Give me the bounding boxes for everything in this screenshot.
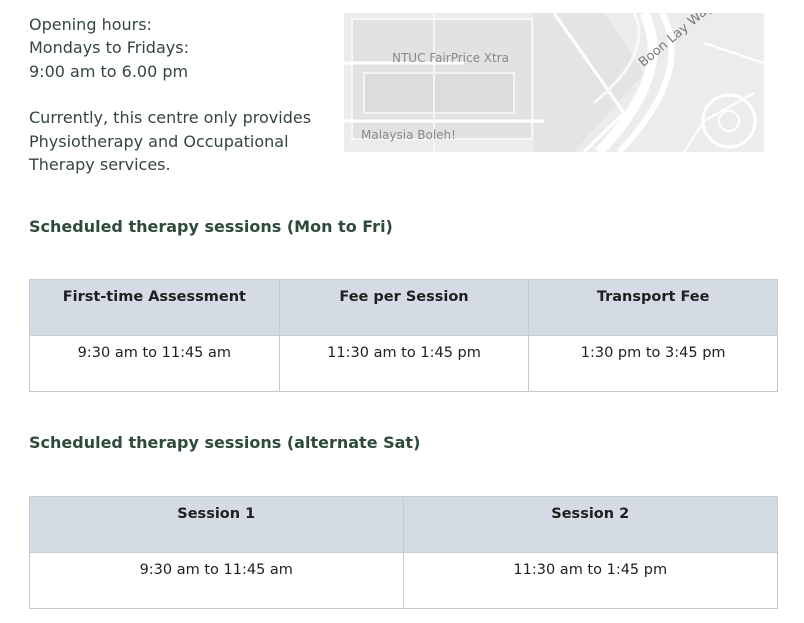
saturday-sessions-title: Scheduled therapy sessions (alternate Sa…	[29, 433, 421, 452]
table-cell: 11:30 am to 1:45 pm	[402, 552, 778, 609]
weekday-sessions-table: First-time Assessment Fee per Session Tr…	[29, 279, 778, 392]
column-header: Session 2	[402, 496, 778, 553]
opening-hours-label: Opening hours:	[29, 15, 152, 34]
opening-days: Mondays to Fridays:	[29, 38, 189, 58]
table-cell: 9:30 am to 11:45 am	[29, 552, 404, 609]
table-row: 9:30 am to 11:45 am 11:30 am to 1:45 pm	[29, 552, 778, 609]
table-cell: 11:30 am to 1:45 pm	[278, 335, 530, 392]
services-text-line-1: Currently, this centre only provides	[29, 108, 312, 128]
location-map[interactable]: NTUC FairPrice Xtra Malaysia Boleh! Boon…	[344, 13, 764, 152]
saturday-sessions-table: Session 1 Session 2 9:30 am to 11:45 am …	[29, 496, 778, 609]
table-header-row: Session 1 Session 2	[29, 496, 778, 553]
map-label-fairprice: NTUC FairPrice Xtra	[392, 51, 510, 65]
centre-info: Opening hours: Mondays to Fridays: 9:00 …	[29, 13, 329, 176]
column-header: Session 1	[29, 496, 404, 553]
table-cell: 9:30 am to 11:45 am	[29, 335, 280, 392]
opening-hours: 9:00 am to 6.00 pm	[29, 61, 189, 81]
column-header: Transport Fee	[528, 279, 778, 336]
services-text-line-2: Physiotherapy and Occupational	[29, 131, 289, 151]
table-row: 9:30 am to 11:45 am 11:30 am to 1:45 pm …	[29, 335, 778, 392]
column-header: First-time Assessment	[29, 279, 280, 336]
table-cell: 1:30 pm to 3:45 pm	[528, 335, 778, 392]
map-label-malaysia-boleh: Malaysia Boleh!	[361, 128, 456, 142]
column-header: Fee per Session	[278, 279, 530, 336]
table-header-row: First-time Assessment Fee per Session Tr…	[29, 279, 778, 336]
weekday-sessions-title: Scheduled therapy sessions (Mon to Fri)	[29, 217, 393, 236]
services-text-line-3: Therapy services.	[29, 155, 171, 175]
